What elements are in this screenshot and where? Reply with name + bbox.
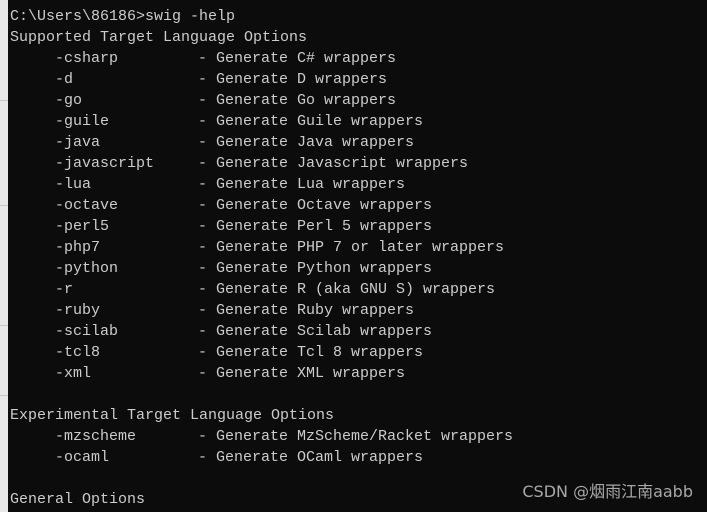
option-row: -guile - Generate Guile wrappers (10, 111, 513, 132)
option-row: -mzscheme - Generate MzScheme/Racket wrap… (10, 426, 513, 447)
option-flag: -perl5 (55, 218, 110, 235)
option-row: -xml - Generate XML wrappers (10, 363, 513, 384)
option-row: -lua - Generate Lua wrappers (10, 174, 513, 195)
option-description: - Generate Guile wrappers (198, 113, 424, 130)
watermark: CSDN @烟雨江南aabb (522, 482, 693, 501)
option-description: - Generate Perl 5 wrappers (198, 218, 433, 235)
option-description: - Generate Python wrappers (198, 260, 433, 277)
option-description: - Generate Java wrappers (198, 134, 415, 151)
option-row: -octave - Generate Octave wrappers (10, 195, 513, 216)
option-row: -python - Generate Python wrappers (10, 258, 513, 279)
option-row: -perl5 - Generate Perl 5 wrappers (10, 216, 513, 237)
option-flag: -php7 (55, 239, 101, 256)
section-heading: General Options (10, 491, 146, 508)
option-description: - Generate PHP 7 or later wrappers (198, 239, 505, 256)
option-flag: -javascript (55, 155, 155, 172)
section-heading: Supported Target Language Options (10, 29, 308, 46)
option-flag: -ocaml (55, 449, 110, 466)
option-description: - Generate Ruby wrappers (198, 302, 415, 319)
option-row: -ocaml - Generate OCaml wrappers (10, 447, 513, 468)
option-description: - Generate Tcl 8 wrappers (198, 344, 424, 361)
option-description: - Generate D wrappers (198, 71, 388, 88)
option-description: - Generate Lua wrappers (198, 176, 406, 193)
option-row: -ruby - Generate Ruby wrappers (10, 300, 513, 321)
option-row: -r - Generate R (aka GNU S) wrappers (10, 279, 513, 300)
background-window-edge (0, 0, 8, 512)
option-description: - Generate Octave wrappers (198, 197, 433, 214)
option-description: - Generate XML wrappers (198, 365, 406, 382)
option-flag: -d (55, 71, 74, 88)
option-row: -go - Generate Go wrappers (10, 90, 513, 111)
section-heading: Experimental Target Language Options (10, 407, 335, 424)
option-flag: -python (55, 260, 119, 277)
option-flag: -octave (55, 197, 119, 214)
option-flag: -xml (55, 365, 92, 382)
option-flag: -mzscheme (55, 428, 137, 445)
option-flag: -csharp (55, 50, 119, 67)
option-flag: -guile (55, 113, 110, 130)
option-row: -csharp - Generate C# wrappers (10, 48, 513, 69)
option-description: - Generate OCaml wrappers (198, 449, 424, 466)
option-flag: -java (55, 134, 101, 151)
option-row: -scilab - Generate Scilab wrappers (10, 321, 513, 342)
option-flag: -scilab (55, 323, 119, 340)
option-flag: -tcl8 (55, 344, 101, 361)
option-flag: -lua (55, 176, 92, 193)
option-flag: -go (55, 92, 83, 109)
option-description: - Generate Scilab wrappers (198, 323, 433, 340)
option-description: - Generate C# wrappers (198, 50, 397, 67)
option-flag: -r (55, 281, 74, 298)
terminal-output[interactable]: C:\Users\86186>swig -help Supported Targ… (10, 6, 513, 510)
option-row: -javascript - Generate Javascript wrapper… (10, 153, 513, 174)
option-row: -d - Generate D wrappers (10, 69, 513, 90)
command-line: C:\Users\86186>swig -help (10, 8, 236, 25)
option-row: -tcl8 - Generate Tcl 8 wrappers (10, 342, 513, 363)
option-description: - Generate Go wrappers (198, 92, 397, 109)
option-row: -java - Generate Java wrappers (10, 132, 513, 153)
option-description: - Generate Javascript wrappers (198, 155, 469, 172)
option-description: - Generate MzScheme/Racket wrappers (198, 428, 514, 445)
option-flag: -ruby (55, 302, 101, 319)
option-row: -php7 - Generate PHP 7 or later wrappers (10, 237, 513, 258)
option-description: - Generate R (aka GNU S) wrappers (198, 281, 496, 298)
